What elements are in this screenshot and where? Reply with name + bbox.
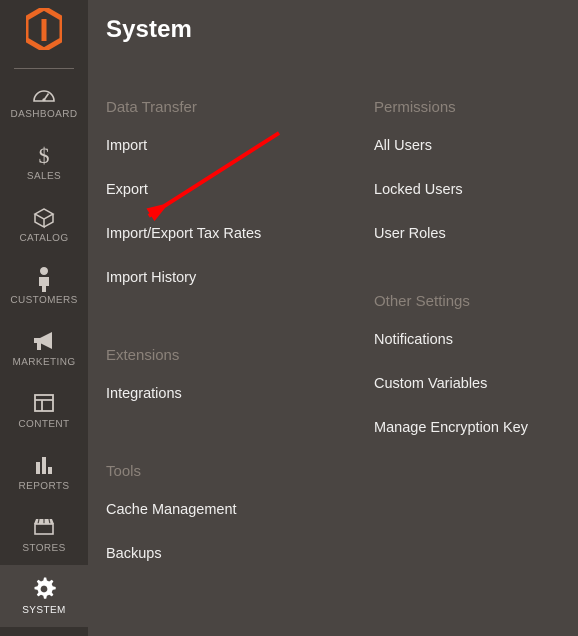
main-content: System Data Transfer Import Export Impor… bbox=[88, 0, 578, 636]
layout-panel-icon bbox=[31, 390, 57, 416]
sidebar-item-label: Catalog bbox=[19, 233, 69, 244]
group-heading: Tools bbox=[106, 462, 142, 480]
sidebar-item-reports[interactable]: Reports bbox=[0, 441, 88, 503]
sidebar-item-label: System bbox=[22, 605, 66, 616]
menu-link-custom-variables[interactable]: Custom Variables bbox=[374, 362, 578, 406]
dashboard-gauge-icon bbox=[31, 80, 57, 106]
menu-link-export[interactable]: Export bbox=[106, 168, 356, 212]
box-icon bbox=[31, 204, 57, 230]
sidebar-item-dashboard[interactable]: Dashboard bbox=[0, 69, 88, 131]
sidebar-item-content[interactable]: Content bbox=[0, 379, 88, 441]
sidebar-item-label: Reports bbox=[18, 481, 70, 492]
menu-link-backups[interactable]: Backups bbox=[106, 532, 356, 576]
menu-link-notifications[interactable]: Notifications bbox=[374, 318, 578, 362]
svg-text:$: $ bbox=[39, 143, 50, 167]
sidebar-item-label: Marketing bbox=[12, 357, 76, 368]
menu-link-cache-management[interactable]: Cache Management bbox=[106, 488, 356, 532]
menu-link-user-roles[interactable]: User Roles bbox=[374, 212, 578, 256]
sidebar-item-label: Sales bbox=[26, 171, 62, 182]
menu-link-import-export-tax-rates[interactable]: Import/Export Tax Rates bbox=[106, 212, 356, 256]
group-heading: Other Settings bbox=[374, 292, 470, 310]
sidebar-item-stores[interactable]: Stores bbox=[0, 503, 88, 565]
sidebar-item-system[interactable]: System bbox=[0, 565, 88, 627]
menu-link-integrations[interactable]: Integrations bbox=[106, 372, 356, 416]
menu-column-right: Permissions All Users Locked Users User … bbox=[356, 88, 578, 636]
sidebar-nav: Dashboard $ Sales Catalog bbox=[0, 0, 88, 636]
page-title: System bbox=[106, 16, 192, 43]
megaphone-icon bbox=[31, 328, 57, 354]
sidebar-item-customers[interactable]: Customers bbox=[0, 255, 88, 317]
group-heading: Permissions bbox=[374, 98, 456, 116]
menu-group-extensions: Extensions Integrations bbox=[106, 336, 356, 416]
menu-group-tools: Tools Cache Management Backups bbox=[106, 452, 356, 576]
menu-link-manage-encryption-key[interactable]: Manage Encryption Key bbox=[374, 406, 578, 450]
person-icon bbox=[31, 266, 57, 292]
sidebar-item-label: Customers bbox=[10, 295, 78, 306]
dollar-sign-icon: $ bbox=[31, 142, 57, 168]
magento-logo-icon bbox=[23, 4, 65, 55]
magento-logo[interactable] bbox=[0, 0, 88, 62]
sidebar-item-label: Dashboard bbox=[10, 109, 78, 120]
bar-chart-icon bbox=[31, 452, 57, 478]
menu-columns: Data Transfer Import Export Import/Expor… bbox=[88, 88, 578, 636]
sidebar-item-label: Content bbox=[18, 419, 70, 430]
menu-column-left: Data Transfer Import Export Import/Expor… bbox=[88, 88, 356, 636]
menu-link-import[interactable]: Import bbox=[106, 124, 356, 168]
menu-group-permissions: Permissions All Users Locked Users User … bbox=[374, 88, 578, 256]
sidebar-item-marketing[interactable]: Marketing bbox=[0, 317, 88, 379]
menu-group-data-transfer: Data Transfer Import Export Import/Expor… bbox=[106, 88, 356, 300]
group-heading: Extensions bbox=[106, 346, 180, 364]
storefront-icon bbox=[31, 514, 57, 540]
menu-link-all-users[interactable]: All Users bbox=[374, 124, 578, 168]
menu-group-other-settings: Other Settings Notifications Custom Vari… bbox=[374, 282, 578, 450]
sidebar-item-label: Stores bbox=[22, 543, 66, 554]
sidebar-item-sales[interactable]: $ Sales bbox=[0, 131, 88, 193]
admin-page: Dashboard $ Sales Catalog bbox=[0, 0, 578, 636]
menu-link-import-history[interactable]: Import History bbox=[106, 256, 356, 300]
gear-icon bbox=[31, 576, 57, 602]
sidebar-item-catalog[interactable]: Catalog bbox=[0, 193, 88, 255]
menu-link-locked-users[interactable]: Locked Users bbox=[374, 168, 578, 212]
group-heading: Data Transfer bbox=[106, 98, 197, 116]
